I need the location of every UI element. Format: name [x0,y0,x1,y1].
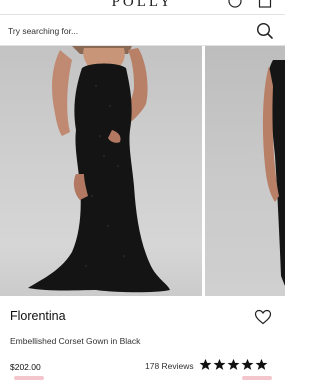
shopping-bag-icon[interactable] [258,0,272,8]
next-section-peek [14,376,44,380]
reviews-link[interactable]: 178 Reviews [145,361,194,371]
top-header: POLLY [0,0,285,14]
brand-logo[interactable]: POLLY [0,0,285,11]
model-photo [28,46,170,293]
product-name: Florentina [10,309,66,323]
product-info: Florentina Embellished Corset Gown in Bl… [0,296,285,380]
star-icon [199,358,212,370]
star-icon [227,358,240,370]
model-photo-partial [262,60,285,286]
product-price: $202.00 [10,362,41,372]
search-icon[interactable] [256,22,274,40]
product-subtitle: Embellished Corset Gown in Black [10,336,141,346]
search-input[interactable] [8,22,248,40]
star-icon [241,358,254,370]
product-image-next[interactable] [205,46,285,296]
star-icon [255,358,268,370]
star-icon [213,358,226,370]
heart-icon[interactable] [254,309,272,325]
search-bar [0,14,285,46]
product-image-main[interactable] [0,46,202,296]
product-image-carousel[interactable] [0,46,285,296]
user-icon[interactable] [228,0,242,8]
next-section-peek [242,376,272,380]
rating-stars[interactable] [199,358,268,372]
